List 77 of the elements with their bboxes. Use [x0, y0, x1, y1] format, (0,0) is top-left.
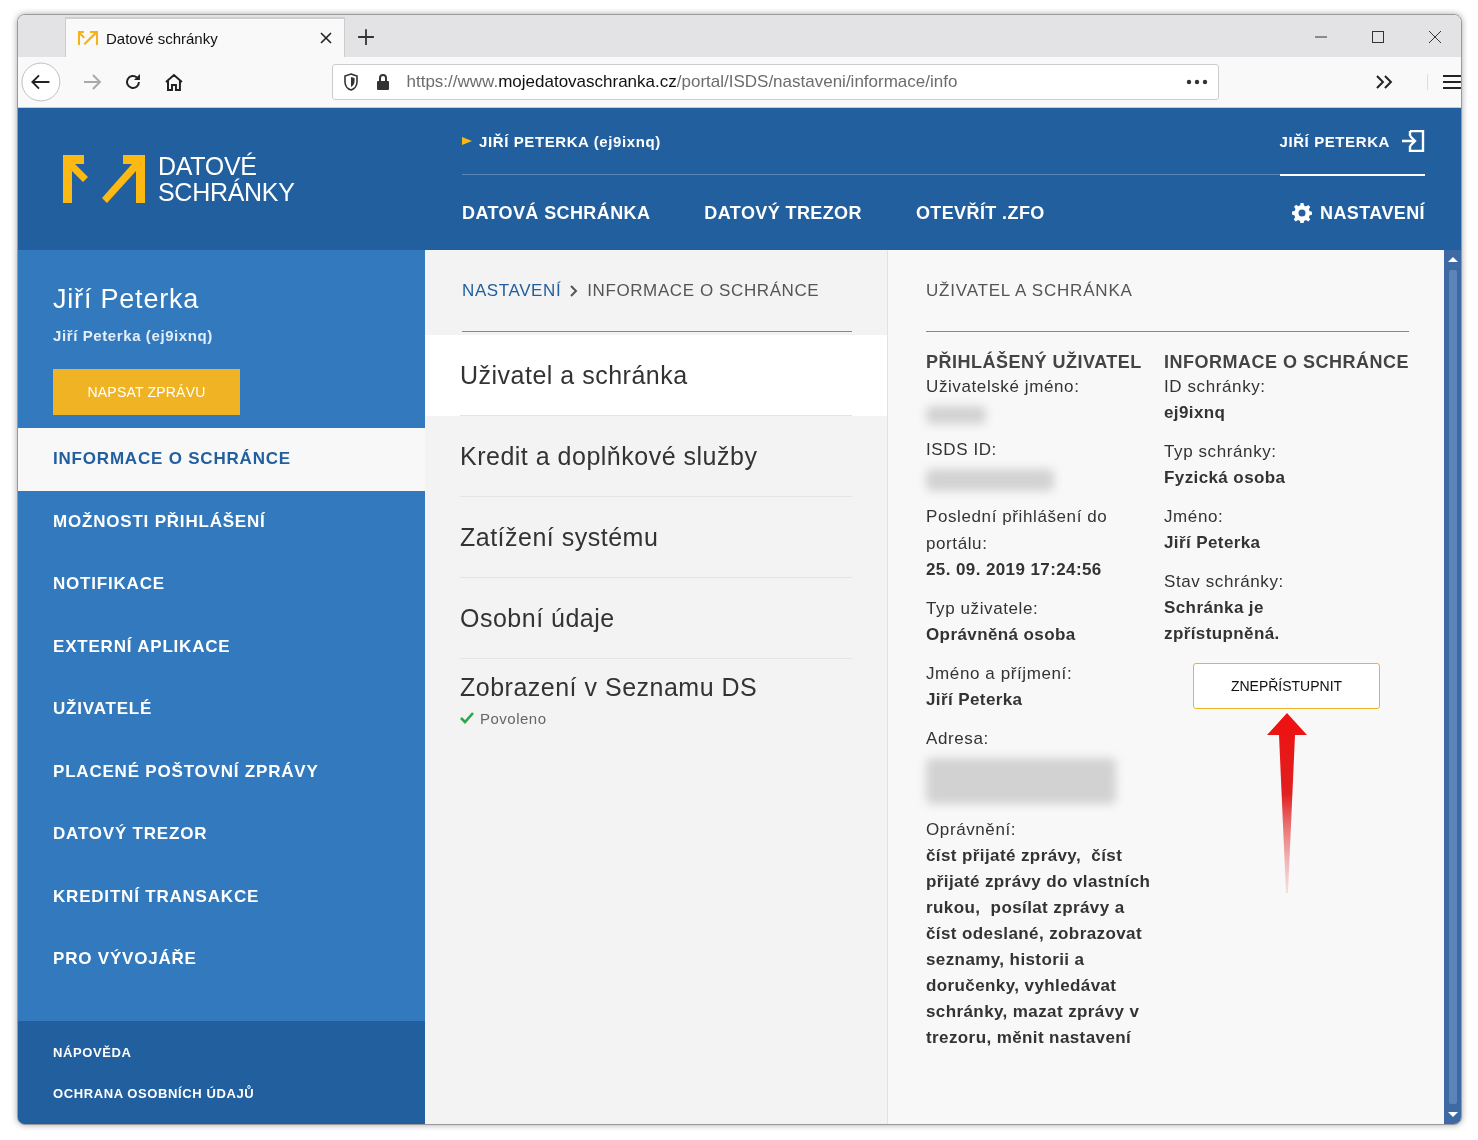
field-value: číst přijaté zprávy, číst přijaté zprávy do vlastních rukou, posílat zprávy a číst odeslané, zobrazovat seznamy, historii a doručenky, vyhledávat schránky, mazat zprávy v trezoru, měnit nastavení [926, 845, 1152, 1049]
logout-icon [1401, 130, 1425, 152]
sidebar-item[interactable]: EXTERNÍ APLIKACE [18, 615, 425, 678]
field-label: Poslední přihlášení do portálu: [926, 506, 1109, 555]
nav-tab[interactable]: OTEVŘÍT .ZFO [915, 174, 1045, 250]
field-label: ID schránky: [1164, 376, 1267, 398]
field-value: Fyzická osoba [1164, 467, 1287, 489]
field-label: Adresa: [926, 728, 990, 750]
field-value: Jiří Peterka [926, 689, 1024, 711]
field-label: Stav schránky: [1164, 571, 1285, 593]
shield-icon [342, 73, 359, 91]
field-label: Typ uživatele: [926, 598, 1040, 620]
sidebar-item[interactable]: PRO VÝVOJÁŘE [18, 928, 425, 991]
status-text: Povoleno [480, 709, 547, 727]
more-icon[interactable] [1186, 79, 1209, 85]
blurred-value [926, 406, 986, 424]
field-value: 25. 09. 2019 17:24:56 [926, 559, 1103, 581]
envelope-arrow-icon [63, 155, 145, 203]
logo-text: DATOVÉ [158, 153, 257, 179]
chevron-icon [570, 284, 579, 297]
disable-button[interactable]: ZNEPŘÍSTUPNIT [1193, 663, 1380, 709]
browser-tab[interactable]: Datové schránky [65, 17, 345, 57]
nav-tab[interactable]: DATOVÝ TREZOR [704, 174, 862, 250]
home-icon[interactable] [163, 72, 184, 92]
scroll-down-icon[interactable] [1447, 1112, 1458, 1118]
menu-icon[interactable] [1427, 74, 1461, 90]
field-value: ej9ixnq [1164, 402, 1227, 424]
address-bar[interactable]: https://www.mojedatovaschranka.cz/portal/ISDS/nastaveni/informace/info [331, 64, 1220, 100]
close-icon[interactable] [320, 32, 332, 44]
breadcrumb-link[interactable]: NASTAVENÍ [462, 280, 562, 301]
field-label: Typ schránky: [1164, 441, 1278, 463]
user-name: Jiří Peterka [53, 284, 201, 315]
check-icon [460, 712, 474, 724]
section-item[interactable]: Osobní údaje [425, 578, 887, 659]
section-item[interactable]: Kredit a doplňkové služby [425, 416, 887, 497]
field-label: Jméno a příjmení: [926, 663, 1074, 685]
back-icon[interactable] [21, 62, 61, 102]
scroll-up-icon[interactable] [1447, 256, 1458, 262]
column-heading: INFORMACE O SCHRÁNCE [1164, 352, 1409, 373]
user-subtitle: Jiří Peterka (ej9ixnq) [53, 327, 214, 344]
overflow-icon[interactable] [1374, 72, 1395, 92]
section-item[interactable]: Zobrazení v Seznamu DS Povoleno [425, 659, 887, 740]
section-item[interactable]: Zatížení systému [425, 497, 887, 578]
breadcrumb-current: INFORMACE O SCHRÁNCE [587, 280, 820, 301]
field-label: Jméno: [1164, 506, 1225, 528]
field-label: Uživatelské jméno: [926, 376, 1081, 398]
lock-icon [374, 73, 391, 91]
sidebar-item[interactable]: NOTIFIKACE [18, 553, 425, 616]
footer-link[interactable]: NÁPOVĚDA [53, 1044, 425, 1060]
tab-title: Datové schránky [106, 29, 219, 47]
section-item[interactable]: Uživatel a schránka [425, 335, 887, 416]
field-value: Oprávněná osoba [926, 624, 1077, 646]
field-value: Schránka je zpřístupněná. [1164, 597, 1281, 645]
url-text: https://www.mojedatovaschranka.cz/portal/ISDS/nastaveni/informace/info [406, 72, 958, 92]
close-icon[interactable] [1429, 31, 1441, 43]
new-tab-icon[interactable] [357, 28, 375, 46]
sidebar-item[interactable]: DATOVÝ TREZOR [18, 803, 425, 866]
scrollbar[interactable] [1444, 250, 1461, 1124]
detail-title: UŽIVATEL A SCHRÁNKA [926, 250, 1409, 332]
maximize-icon[interactable] [1372, 31, 1384, 43]
field-label: ISDS ID: [926, 439, 998, 461]
logout-link[interactable]: JIŘÍ PETERKA [1279, 130, 1425, 152]
field-label: Oprávnění: [926, 819, 1018, 841]
field-value: Jiří Peterka [1164, 532, 1262, 554]
envelope-arrow-icon [78, 31, 98, 45]
footer-link[interactable]: OCHRANA OSOBNÍCH ÚDAJŮ [53, 1085, 425, 1101]
account-link[interactable]: JIŘÍ PETERKA (ej9ixnq) [462, 132, 661, 150]
triangle-icon [462, 136, 472, 146]
sidebar-item[interactable]: KREDITNÍ TRANSAKCE [18, 865, 425, 928]
sidebar-item[interactable]: INFORMACE O SCHRÁNCE [18, 428, 425, 491]
sidebar-item[interactable]: MOŽNOSTI PŘIHLÁŠENÍ [18, 490, 425, 553]
sidebar-item[interactable]: UŽIVATELÉ [18, 678, 425, 741]
nav-tab[interactable]: DATOVÁ SCHRÁNKA [462, 174, 651, 250]
column-heading: PŘIHLÁŠENÝ UŽIVATEL [926, 352, 1143, 373]
logo-text: SCHRÁNKY [158, 179, 295, 205]
gear-icon [1292, 203, 1313, 223]
sidebar-item[interactable]: PLACENÉ POŠTOVNÍ ZPRÁVY [18, 740, 425, 803]
